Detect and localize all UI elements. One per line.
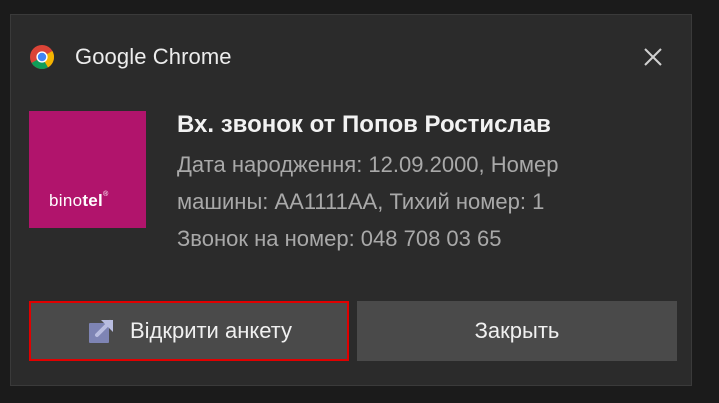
binotel-logo: binotel® [29,111,146,228]
open-form-button[interactable]: Відкрити анкету [29,301,349,361]
logo-text: binotel® [49,191,109,210]
notification-content: Вх. звонок от Попов Ростислав Дата народ… [177,107,677,257]
action-buttons: Відкрити анкету Закрыть [29,301,677,361]
body-line: Дата народження: 12.09.2000, Номер [177,152,559,177]
chrome-icon [30,45,55,70]
notification-toast: Google Chrome binotel® Вх. звонок от Поп… [10,14,692,386]
app-name: Google Chrome [75,44,232,69]
open-external-icon [88,320,113,343]
body-line: Звонок на номер: 048 708 03 65 [177,226,502,251]
dismiss-label: Закрыть [474,318,560,343]
notification-body: Дата народження: 12.09.2000, Номер машин… [177,146,677,257]
open-form-label: Відкрити анкету [129,318,293,343]
notification-title: Вх. звонок от Попов Ростислав [177,111,551,138]
dismiss-button[interactable]: Закрыть [357,301,677,361]
notification-header: Google Chrome [29,41,232,73]
body-line: машины: AA1111AA, Тихий номер: 1 [177,189,545,214]
close-icon[interactable] [639,43,667,71]
